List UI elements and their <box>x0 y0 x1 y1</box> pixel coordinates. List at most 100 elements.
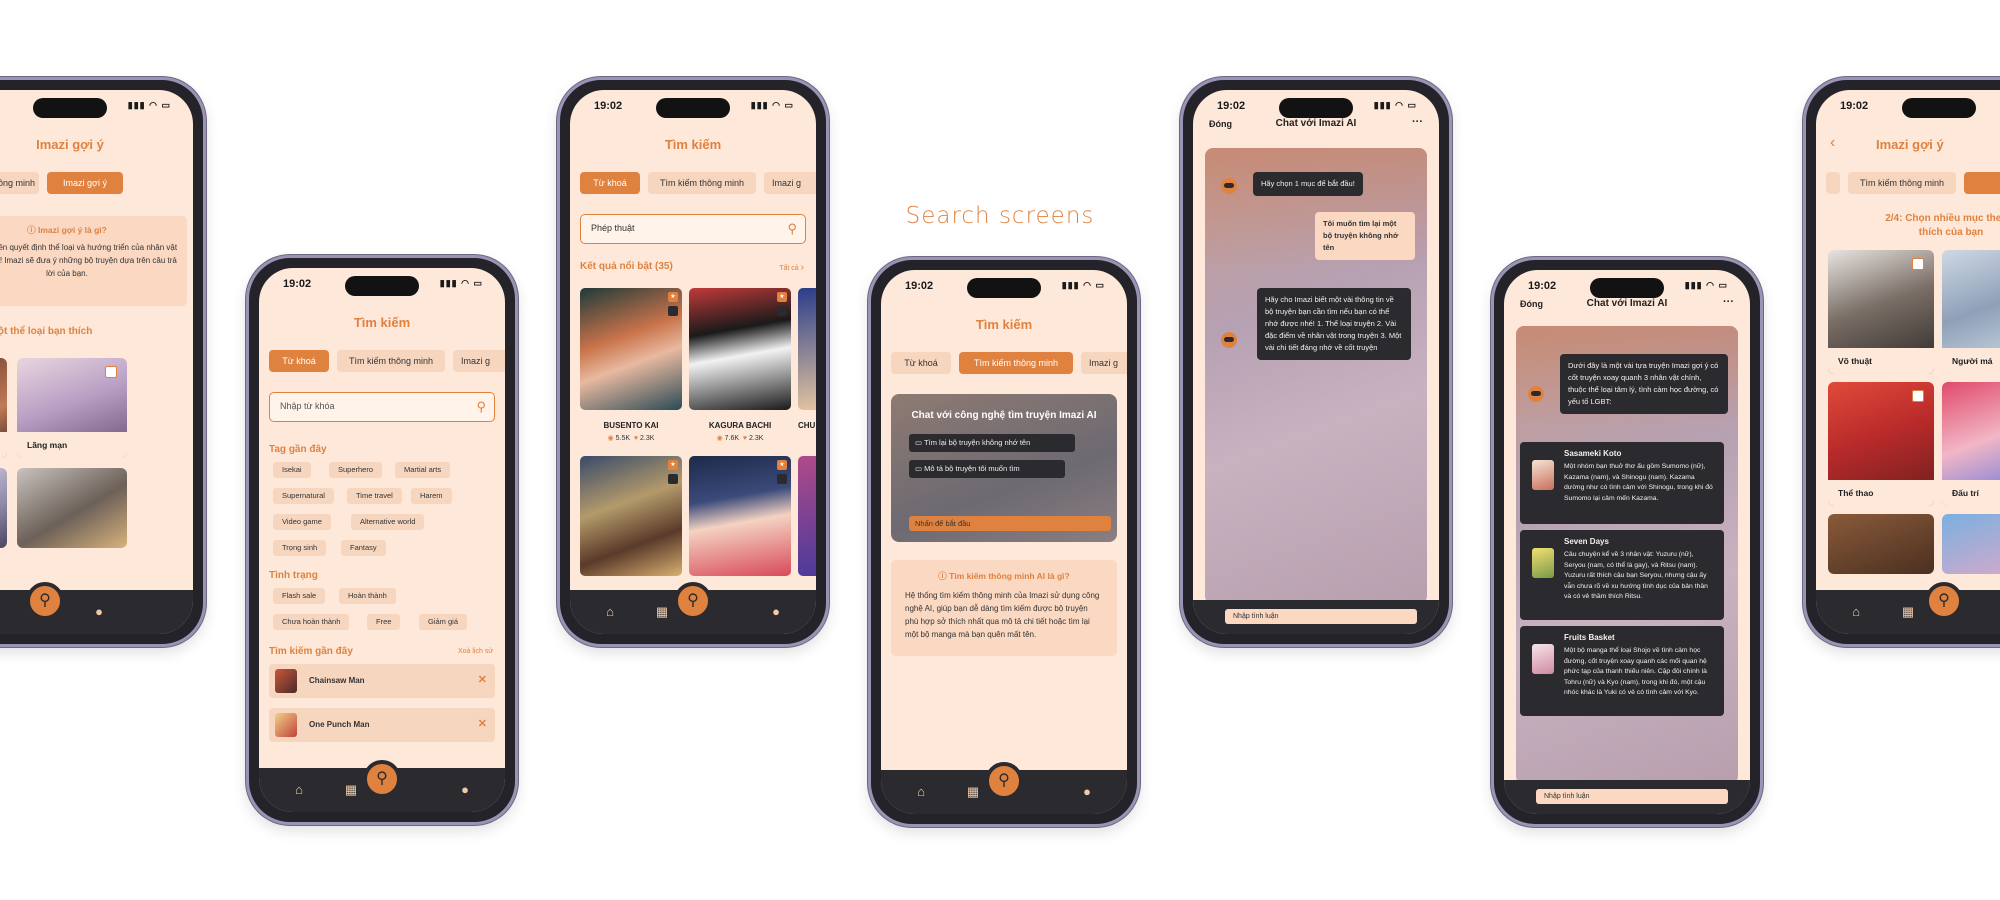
genre-card[interactable]: Lãng mạn <box>17 358 127 458</box>
genre-card[interactable]: Võ thuật <box>1828 250 1934 374</box>
tab-keyword[interactable]: Từ khoá <box>891 352 951 374</box>
bookmark-icon[interactable]: ★ <box>777 292 787 302</box>
comment-input[interactable]: Nhập tình luận <box>1536 789 1728 804</box>
close-icon[interactable]: ✕ <box>478 673 487 686</box>
genre-card[interactable]: Thể thao <box>1828 382 1934 506</box>
tag-chip[interactable]: Supernatural <box>273 488 334 504</box>
tag-chip[interactable]: Superhero <box>329 462 383 478</box>
search-fab[interactable]: ⚲ <box>363 760 401 798</box>
views-count: 5.5K <box>615 435 631 442</box>
bookmark-icon[interactable]: ★ <box>668 292 678 302</box>
bot-avatar <box>1221 178 1237 194</box>
genre-card[interactable]: Đấu trí <box>1942 382 2000 506</box>
manga-cover[interactable] <box>798 288 816 410</box>
profile-icon[interactable]: ● <box>1077 782 1097 802</box>
home-icon[interactable]: ⌂ <box>600 602 620 622</box>
tab-smart-search[interactable]: Tìm kiếm thông minh <box>0 172 39 194</box>
tab-imazi-suggest[interactable] <box>1964 172 2000 194</box>
status-chip[interactable]: Free <box>367 614 401 630</box>
genre-card[interactable]: u <box>0 358 7 458</box>
tag-chip[interactable]: Fantasy <box>341 540 386 556</box>
genre-checkbox[interactable] <box>1912 258 1924 270</box>
start-button[interactable]: Nhấn để bắt đầu <box>909 516 1111 531</box>
search-fab[interactable]: ⚲ <box>674 582 712 620</box>
grid-icon[interactable]: ▦ <box>963 782 983 802</box>
manga-cover[interactable]: ★ <box>689 288 791 410</box>
home-icon[interactable]: ⌂ <box>911 782 931 802</box>
close-icon[interactable]: ✕ <box>478 717 487 730</box>
grid-icon[interactable]: ▦ <box>1898 602 1918 622</box>
tab-imazi-suggest[interactable]: Imazi g <box>1081 352 1127 374</box>
genre-card[interactable] <box>1828 514 1934 574</box>
tab-imazi-suggest[interactable]: Imazi g <box>453 350 505 372</box>
genre-checkbox[interactable] <box>105 366 117 378</box>
manga-cover[interactable]: ★ <box>689 456 791 576</box>
tag-chip[interactable]: Trọng sinh <box>273 540 327 556</box>
search-icon[interactable]: ⚲ <box>787 215 797 242</box>
profile-icon[interactable]: ● <box>455 780 475 800</box>
badge-icon <box>668 306 678 316</box>
recent-item[interactable]: One Punch Man ✕ <box>269 708 495 742</box>
bookmark-icon[interactable]: ★ <box>777 460 787 470</box>
bot-avatar <box>1221 332 1237 348</box>
eye-icon: ◉ <box>716 435 723 442</box>
home-icon[interactable]: ⌂ <box>1846 602 1866 622</box>
chat-icon: ▭ <box>915 438 925 447</box>
tab-smart-search[interactable]: Tìm kiếm thông minh <box>959 352 1073 374</box>
search-fab[interactable]: ⚲ <box>26 582 64 620</box>
search-fab[interactable]: ⚲ <box>1925 582 1963 620</box>
grid-icon[interactable]: ▦ <box>652 602 672 622</box>
badge-icon <box>777 306 787 316</box>
result-card[interactable]: Seven Days Câu chuyện kể về 3 nhân vật: … <box>1520 530 1724 620</box>
search-input[interactable]: Phép thuật ⚲ <box>580 214 806 244</box>
manga-cover[interactable]: ★ <box>580 456 682 576</box>
bookmark-icon[interactable]: ★ <box>668 460 678 470</box>
grid-icon[interactable]: ▦ <box>341 780 361 800</box>
status-chip[interactable]: Hoàn thành <box>339 588 396 604</box>
status-time: 19:02 <box>283 278 312 290</box>
more-icon[interactable]: ··· <box>1412 116 1423 128</box>
status-chip[interactable]: Flash sale <box>273 588 326 604</box>
tag-chip[interactable]: Video game <box>273 514 331 530</box>
status-chip[interactable]: Chưa hoàn thành <box>273 614 350 630</box>
status-icons: ▮▮▮ ◠ ▭ <box>750 100 794 110</box>
recent-item[interactable]: Chainsaw Man ✕ <box>269 664 495 698</box>
manga-cover[interactable] <box>798 456 816 576</box>
search-icon[interactable]: ⚲ <box>476 393 486 420</box>
search-input[interactable]: Nhập từ khóa ⚲ <box>269 392 495 422</box>
genre-checkbox[interactable] <box>1912 390 1924 402</box>
genre-card[interactable] <box>17 468 127 548</box>
profile-icon[interactable]: ● <box>89 602 109 622</box>
ai-chat-card[interactable]: Chat với công nghệ tìm truyện Imazi AI ▭… <box>891 394 1117 542</box>
genre-card[interactable] <box>1942 514 2000 574</box>
back-arrow-icon[interactable]: ‹ <box>1830 134 1835 152</box>
result-card[interactable]: Fruits Basket Một bộ manga thể loại Shoj… <box>1520 626 1724 716</box>
manga-cover[interactable]: ★ <box>580 288 682 410</box>
tag-chip[interactable]: Martial arts <box>395 462 451 478</box>
tab-imazi-suggest[interactable]: Imazi g <box>764 172 816 194</box>
tag-chip[interactable]: Time travel <box>347 488 402 504</box>
tab-keyword[interactable]: Từ khoá <box>269 350 329 372</box>
genre-card[interactable] <box>0 468 7 548</box>
tag-chip[interactable]: Isekai <box>273 462 311 478</box>
see-all-link[interactable]: Tất cả › <box>779 262 804 273</box>
tab-imazi-suggest[interactable]: Imazi gợi ý <box>47 172 123 194</box>
profile-icon[interactable]: ● <box>766 602 786 622</box>
genre-card[interactable]: Người má <box>1942 250 2000 374</box>
result-card[interactable]: Sasameki Koto Một nhóm bạn thuở thơ ấu g… <box>1520 442 1724 524</box>
tab-smart-search[interactable]: Tìm kiếm thông minh <box>337 350 445 372</box>
tag-chip[interactable]: Harem <box>411 488 452 504</box>
more-icon[interactable]: ··· <box>1723 296 1734 308</box>
tab-smart-search[interactable]: Tìm kiếm thông minh <box>648 172 756 194</box>
clear-history-link[interactable]: Xoá lịch sử <box>458 648 493 655</box>
ai-option-forgot-name[interactable]: ▭ Tìm lại bộ truyện không nhớ tên <box>909 434 1075 452</box>
comment-input[interactable]: Nhập tình luận <box>1225 609 1417 624</box>
tag-chip[interactable]: Alternative world <box>351 514 425 530</box>
search-fab[interactable]: ⚲ <box>985 762 1023 800</box>
ai-option-describe[interactable]: ▭ Mô tả bộ truyện tôi muốn tìm <box>909 460 1065 478</box>
home-icon[interactable]: ⌂ <box>289 780 309 800</box>
tab-keyword[interactable]: Từ khoá <box>580 172 640 194</box>
status-chip[interactable]: Giảm giá <box>419 614 468 630</box>
tab-keyword[interactable] <box>1826 172 1840 194</box>
tab-smart-search[interactable]: Tìm kiếm thông minh <box>1848 172 1956 194</box>
